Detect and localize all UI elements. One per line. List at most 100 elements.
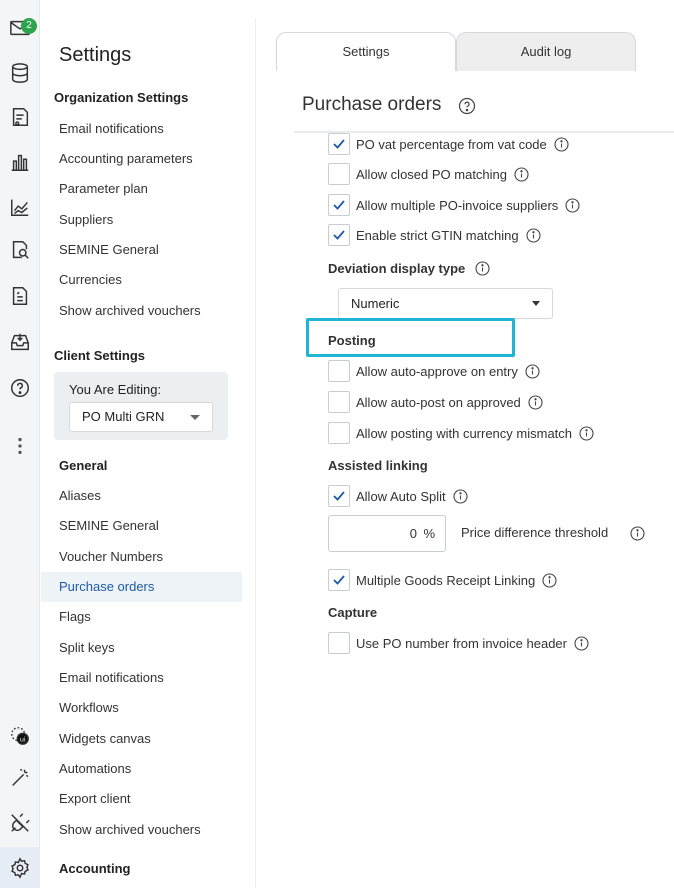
bar-chart-icon[interactable] (8, 150, 32, 174)
icon-rail: 2 ui (0, 0, 40, 888)
main-panel: Settings Audit log Purchase orders PO va… (256, 18, 674, 888)
po-vat-checkbox[interactable] (328, 133, 350, 155)
option-po-vat[interactable]: PO vat percentage from vat code (328, 132, 569, 156)
auto-approve-label: Allow auto-approve on entry (356, 363, 518, 379)
inbox-icon[interactable] (8, 330, 32, 354)
option-auto-split[interactable]: Allow Auto Split (328, 484, 468, 508)
info-icon[interactable] (542, 572, 557, 588)
deviation-heading: Deviation display type (328, 261, 490, 276)
nav-item-email-notifications[interactable]: Email notifications (41, 114, 242, 144)
nav-item-flags[interactable]: Flags (41, 602, 242, 632)
help-icon[interactable] (8, 376, 32, 400)
price-threshold-value: 0 (409, 526, 417, 541)
nav-title: Settings (59, 44, 132, 66)
nav-item-automations[interactable]: Automations (41, 754, 242, 784)
option-auto-approve[interactable]: Allow auto-approve on entry (328, 359, 540, 383)
nav-item-aliases[interactable]: Aliases (41, 481, 242, 511)
info-icon[interactable] (525, 363, 540, 379)
info-icon[interactable] (475, 261, 490, 276)
tab-audit-log[interactable]: Audit log (456, 32, 636, 71)
capture-heading: Capture (328, 605, 378, 620)
option-auto-post[interactable]: Allow auto-post on approved (328, 390, 543, 414)
nav-item-suppliers[interactable]: Suppliers (41, 205, 242, 235)
po-number-header-checkbox[interactable] (328, 632, 350, 654)
client-select[interactable]: PO Multi GRN (69, 402, 213, 432)
auto-approve-checkbox[interactable] (328, 360, 350, 382)
deviation-label: Deviation display type (328, 261, 466, 276)
database-icon[interactable] (8, 61, 32, 85)
price-threshold-unit: % (423, 526, 435, 541)
info-icon[interactable] (453, 488, 468, 504)
general-heading: General (59, 458, 108, 473)
help-icon[interactable] (458, 97, 476, 115)
price-threshold-input[interactable]: 0 % (328, 515, 446, 552)
ui-badge-icon[interactable]: ui (8, 724, 32, 748)
auto-post-label: Allow auto-post on approved (356, 394, 521, 410)
info-icon[interactable] (528, 394, 543, 410)
client-settings-heading: Client Settings (54, 348, 146, 363)
po-number-header-label: Use PO number from invoice header (356, 635, 567, 651)
option-currency-mismatch[interactable]: Allow posting with currency mismatch (328, 421, 594, 445)
info-icon[interactable] (554, 136, 569, 152)
auto-post-checkbox[interactable] (328, 391, 350, 413)
info-icon[interactable] (574, 635, 589, 651)
deviation-select-value: Numeric (351, 296, 400, 311)
client-select-value: PO Multi GRN (82, 409, 165, 424)
option-multiple-suppliers[interactable]: Allow multiple PO-invoice suppliers (328, 193, 580, 217)
multiple-suppliers-label: Allow multiple PO-invoice suppliers (356, 197, 559, 213)
nav-item-workflows[interactable]: Workflows (41, 693, 242, 723)
tab-settings[interactable]: Settings (276, 32, 456, 71)
deviation-select[interactable]: Numeric (338, 288, 553, 319)
info-icon[interactable] (630, 526, 645, 541)
more-vertical-icon[interactable] (8, 434, 32, 458)
chevron-down-icon (532, 301, 540, 306)
nav-item-semine-general[interactable]: SEMINE General (41, 235, 242, 265)
nav-item-purchase-orders[interactable]: Purchase orders (41, 572, 242, 602)
price-threshold-label: Price difference threshold (461, 525, 609, 540)
option-strict-gtin[interactable]: Enable strict GTIN matching (328, 223, 541, 247)
strict-gtin-label: Enable strict GTIN matching (356, 227, 519, 243)
magic-wand-icon[interactable] (8, 766, 32, 790)
page-title: Purchase orders (302, 94, 442, 115)
nav-item-accounting-parameters[interactable]: Accounting parameters (41, 144, 242, 174)
settings-nav: Settings Organization Settings Email not… (41, 8, 242, 888)
receipt-icon[interactable] (8, 105, 32, 129)
multiple-suppliers-checkbox[interactable] (328, 194, 350, 216)
editing-client-box: You Are Editing: PO Multi GRN (54, 372, 228, 440)
closed-po-checkbox[interactable] (328, 163, 350, 185)
nav-item-export-client[interactable]: Export client (41, 784, 242, 814)
closed-po-label: Allow closed PO matching (356, 166, 508, 182)
nav-item-voucher-numbers[interactable]: Voucher Numbers (41, 542, 242, 572)
settings-icon[interactable] (8, 856, 32, 880)
currency-mismatch-checkbox[interactable] (328, 422, 350, 444)
nav-item-email-notifications-client[interactable]: Email notifications (41, 663, 242, 693)
nav-item-show-archived-vouchers-client[interactable]: Show archived vouchers (41, 815, 242, 845)
info-icon[interactable] (526, 227, 541, 243)
nav-item-show-archived-vouchers[interactable]: Show archived vouchers (41, 296, 242, 326)
mail-badge: 2 (21, 18, 37, 34)
info-icon[interactable] (579, 425, 594, 441)
auto-split-checkbox[interactable] (328, 485, 350, 507)
option-multiple-grn[interactable]: Multiple Goods Receipt Linking (328, 568, 557, 592)
option-closed-po[interactable]: Allow closed PO matching (328, 162, 529, 186)
accounting-heading: Accounting (59, 861, 131, 876)
nav-item-parameter-plan[interactable]: Parameter plan (41, 174, 242, 204)
chevron-down-icon (190, 415, 200, 420)
multiple-grn-label: Multiple Goods Receipt Linking (356, 572, 536, 588)
search-document-icon[interactable] (8, 238, 32, 262)
nav-item-currencies[interactable]: Currencies (41, 265, 242, 295)
info-icon[interactable] (514, 166, 529, 182)
nav-item-widgets-canvas[interactable]: Widgets canvas (41, 724, 242, 754)
multiple-grn-checkbox[interactable] (328, 569, 350, 591)
invoice-icon[interactable] (8, 284, 32, 308)
info-icon[interactable] (565, 197, 580, 213)
posting-heading: Posting (328, 333, 376, 348)
currency-mismatch-label: Allow posting with currency mismatch (356, 425, 573, 441)
nav-item-semine-general-client[interactable]: SEMINE General (41, 511, 242, 541)
nav-item-split-keys[interactable]: Split keys (41, 633, 242, 663)
assisted-linking-heading: Assisted linking (328, 458, 428, 473)
option-po-number-header[interactable]: Use PO number from invoice header (328, 631, 589, 655)
plugin-icon[interactable] (8, 811, 32, 835)
strict-gtin-checkbox[interactable] (328, 224, 350, 246)
line-chart-icon[interactable] (8, 195, 32, 219)
